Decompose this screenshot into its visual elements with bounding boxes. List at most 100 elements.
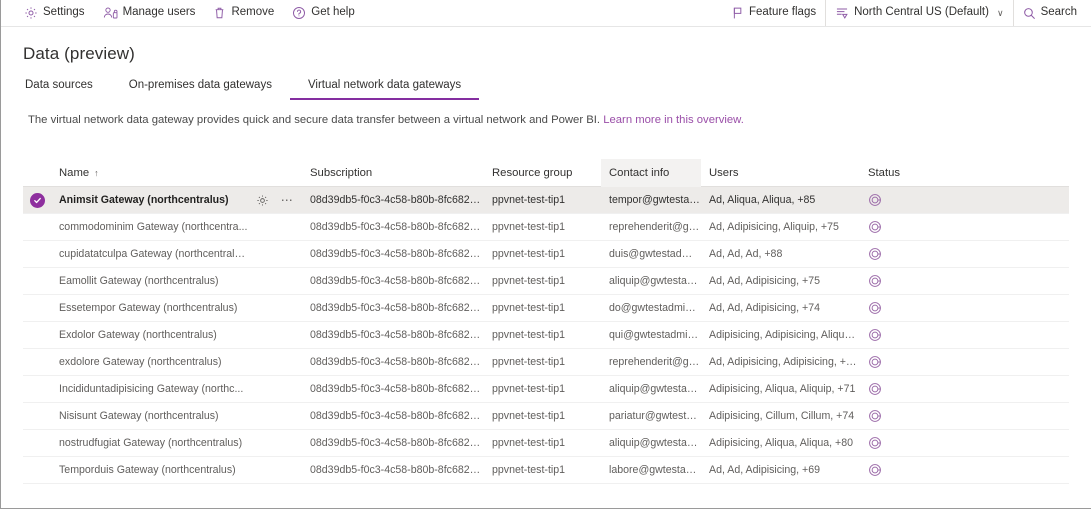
cell-status [860,436,980,450]
row-selected-check-icon[interactable] [29,192,45,208]
column-header-subscription[interactable]: Subscription [302,159,484,187]
status-circle-icon[interactable] [868,328,882,342]
table-row[interactable]: nostrudfugiat Gateway (northcentralus) ⋯… [23,430,1069,457]
gateway-name: Exdolor Gateway (northcentralus) [59,329,217,341]
cell-contact-info: qui@gwtestadminportal.c... [609,329,701,341]
cell-resource-group: ppvnet-test-tip1 [492,329,566,341]
cell-subscription: 08d39db5-f0c3-4c58-b80b-8fc682cf67c1 [310,356,484,368]
column-header-contact-info[interactable]: Contact info [601,158,701,187]
table-row[interactable]: commodominim Gateway (northcentra... ⋯ 0… [23,214,1069,241]
gateway-name: Eamollit Gateway (northcentralus) [59,275,219,287]
cell-contact-info: duis@gwtestadminportal.... [609,248,701,260]
column-header-resource-group[interactable]: Resource group [484,159,601,187]
cell-contact-info: aliquip@gwtestadminport... [609,383,701,395]
filter-icon [835,6,849,20]
manage-users-icon [103,6,118,20]
status-circle-icon[interactable] [868,247,882,261]
cell-resource-group: ppvnet-test-tip1 [492,275,566,287]
status-circle-icon[interactable] [868,301,882,315]
cell-resource-group: ppvnet-test-tip1 [492,221,566,233]
column-header-name[interactable]: Name ↑ [51,159,302,187]
column-header-status-label: Status [868,166,901,179]
cell-subscription: 08d39db5-f0c3-4c58-b80b-8fc682cf67c1 [310,329,484,341]
cell-users: Adipisicing, Aliqua, Aliquip, +71 [709,383,856,395]
cell-contact-info: pariatur@gwtestadminpor... [609,410,701,422]
cell-name: Temporduis Gateway (northcentralus) ⋯ [51,464,302,476]
column-header-users[interactable]: Users [701,159,860,187]
row-select-cell[interactable] [23,192,51,208]
cell-status [860,247,980,261]
sort-ascending-icon: ↑ [94,167,99,178]
cell-contact-info: reprehenderit@gwtestad... [609,221,701,233]
cell-users: Ad, Adipisicing, Aliquip, +75 [709,221,839,233]
cell-resource-group: ppvnet-test-tip1 [492,194,566,206]
help-icon [292,6,306,20]
command-bar-right-group: Feature flags North Central US (Default)… [722,0,1091,26]
status-circle-icon[interactable] [868,274,882,288]
tab-on-premises-data-gateways[interactable]: On-premises data gateways [111,79,290,100]
cell-name: Animsit Gateway (northcentralus) ⋯ [51,194,302,207]
region-selector-button[interactable]: North Central US (Default) ∨ [825,0,1012,26]
page-description-text: The virtual network data gateway provide… [28,114,604,126]
region-selector-label: North Central US (Default) [854,6,989,19]
cell-contact-info: labore@gwtestadminport... [609,464,701,476]
cell-contact-info: do@gwtestadminportal.cc... [609,302,701,314]
cell-resource-group: ppvnet-test-tip1 [492,302,566,314]
manage-users-label: Manage users [122,6,196,19]
cell-subscription: 08d39db5-f0c3-4c58-b80b-8fc682cf67c1 [310,221,484,233]
settings-button[interactable]: Settings [15,0,94,26]
cell-name: Exdolor Gateway (northcentralus) ⋯ [51,329,302,341]
table-row[interactable]: Exdolor Gateway (northcentralus) ⋯ 08d39… [23,322,1069,349]
status-circle-icon[interactable] [868,382,882,396]
learn-more-link[interactable]: Learn more in this overview. [603,114,744,126]
remove-button[interactable]: Remove [204,0,283,26]
table-row[interactable]: Animsit Gateway (northcentralus) ⋯ 08d39… [23,187,1069,214]
table-row[interactable]: Incididuntadipisicing Gateway (northc...… [23,376,1069,403]
command-bar-left-group: Settings Manage users Remove Get help [1,0,364,26]
search-button[interactable]: Search [1012,0,1086,26]
cell-name: nostrudfugiat Gateway (northcentralus) ⋯ [51,437,302,449]
column-header-status[interactable]: Status [860,159,980,187]
cell-status [860,382,980,396]
table-header-row: Name ↑ Subscription Resource group Conta… [23,158,1069,187]
manage-users-button[interactable]: Manage users [94,0,205,26]
status-circle-icon[interactable] [868,220,882,234]
feature-flags-button[interactable]: Feature flags [722,0,825,26]
cell-users: Adipisicing, Aliqua, Aliqua, +80 [709,437,853,449]
table-row[interactable]: cupidatatculpa Gateway (northcentralus) … [23,241,1069,268]
table-row[interactable]: Eamollit Gateway (northcentralus) ⋯ 08d3… [23,268,1069,295]
status-circle-icon[interactable] [868,409,882,423]
cell-contact-info: reprehenderit@gwtestad... [609,356,701,368]
cell-users: Ad, Ad, Adipisicing, +74 [709,302,821,314]
cell-users: Adipisicing, Cillum, Cillum, +74 [709,410,855,422]
table-row[interactable]: Essetempor Gateway (northcentralus) ⋯ 08… [23,295,1069,322]
cell-users: Ad, Ad, Adipisicing, +75 [709,275,821,287]
cell-status [860,274,980,288]
row-more-options-ellipsis-icon[interactable]: ⋯ [281,194,294,206]
gateway-name: nostrudfugiat Gateway (northcentralus) [59,437,243,449]
status-circle-icon[interactable] [868,193,882,207]
cell-resource-group: ppvnet-test-tip1 [492,464,566,476]
table-row[interactable]: Nisisunt Gateway (northcentralus) ⋯ 08d3… [23,403,1069,430]
cell-name: Essetempor Gateway (northcentralus) ⋯ [51,302,302,314]
cell-name: cupidatatculpa Gateway (northcentralus) … [51,248,302,260]
tab-virtual-network-data-gateways[interactable]: Virtual network data gateways [289,79,480,100]
flag-icon [731,6,744,20]
tab-data-sources[interactable]: Data sources [23,79,111,100]
cell-name: exdolore Gateway (northcentralus) ⋯ [51,356,302,368]
cell-name: Eamollit Gateway (northcentralus) ⋯ [51,275,302,287]
cell-users: Ad, Ad, Adipisicing, +69 [709,464,821,476]
row-settings-gear-icon[interactable] [256,194,269,207]
cell-users: Ad, Ad, Ad, +88 [709,248,783,260]
status-circle-icon[interactable] [868,463,882,477]
tab-data-sources-label: Data sources [25,79,93,91]
table-row[interactable]: Temporduis Gateway (northcentralus) ⋯ 08… [23,457,1069,484]
data-preview-page: Settings Manage users Remove Get help Fe… [0,0,1091,509]
gateway-name: Nisisunt Gateway (northcentralus) [59,410,219,422]
status-circle-icon[interactable] [868,436,882,450]
table-row[interactable]: exdolore Gateway (northcentralus) ⋯ 08d3… [23,349,1069,376]
status-circle-icon[interactable] [868,355,882,369]
page-description: The virtual network data gateway provide… [28,113,744,128]
get-help-button[interactable]: Get help [283,0,363,26]
cell-status [860,409,980,423]
